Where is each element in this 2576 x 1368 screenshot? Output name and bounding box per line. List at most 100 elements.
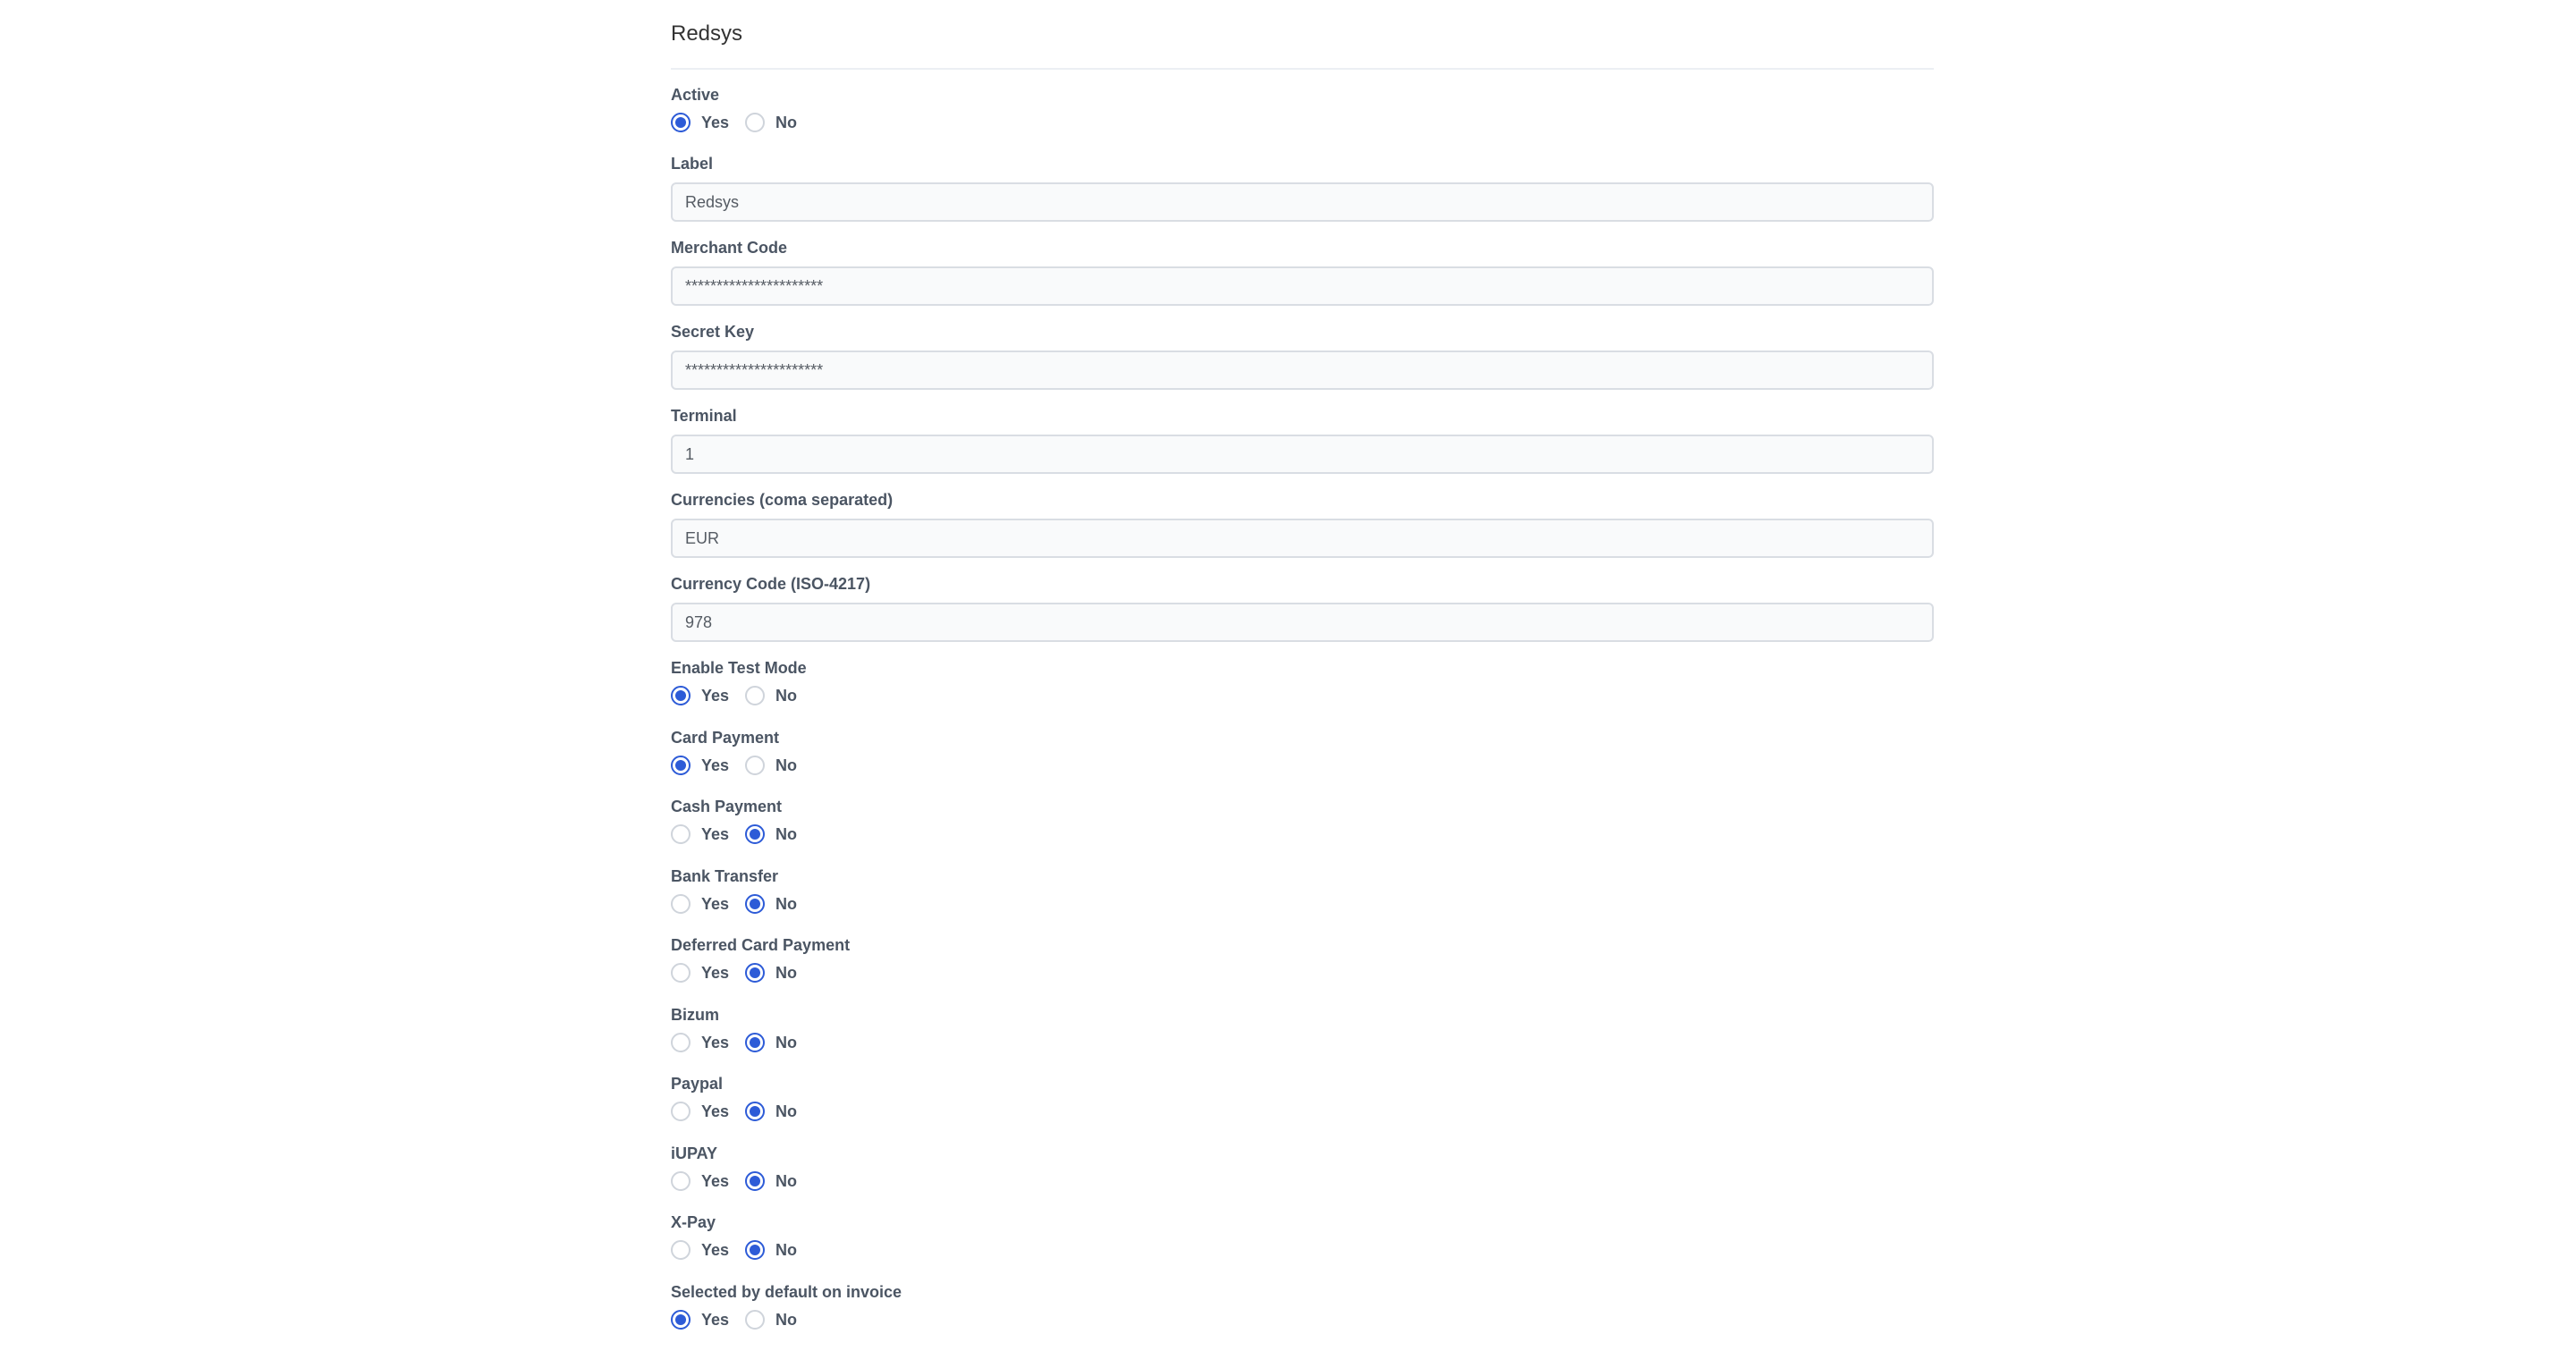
settings-form: Active Yes No Label Redsys Merchant Code… xyxy=(671,84,1934,1350)
field-deferred-card-payment: Deferred Card Payment Yes No xyxy=(671,934,1934,1004)
radio-label: Yes xyxy=(701,1241,730,1259)
radio-option-no[interactable]: No xyxy=(745,824,797,844)
radio-button-unchecked-icon[interactable] xyxy=(745,686,766,705)
radio-option-no[interactable]: No xyxy=(745,1170,797,1191)
redsys-settings-panel: Redsys Active Yes No Label Redsys Mercha… xyxy=(671,18,1934,1350)
radio-option-yes[interactable]: Yes xyxy=(671,1309,729,1330)
radio-label: No xyxy=(775,1102,798,1120)
field-secret-key: Secret Key xyxy=(671,321,1934,405)
field-label: Active xyxy=(671,86,720,104)
radio-button-unchecked-icon[interactable] xyxy=(671,1240,691,1260)
field-paypal: Paypal Yes No xyxy=(671,1073,1934,1143)
radio-label: No xyxy=(775,756,798,774)
radio-button-unchecked-icon[interactable] xyxy=(745,1309,766,1330)
radio-option-no[interactable]: No xyxy=(745,686,797,705)
radio-option-no[interactable]: No xyxy=(745,1102,797,1121)
radio-button-checked-icon[interactable] xyxy=(745,1170,766,1191)
field-currencies: Currencies (coma separated) xyxy=(671,489,1934,573)
field-label: Cash Payment xyxy=(671,798,783,815)
field-label: Currencies (coma separated) xyxy=(671,491,894,509)
radio-label: Yes xyxy=(701,114,730,131)
radio-option-no[interactable]: No xyxy=(745,1032,798,1052)
radio-button-checked-icon[interactable] xyxy=(671,755,691,775)
radio-option-no[interactable]: No xyxy=(745,893,798,914)
radio-label: Yes xyxy=(701,687,730,705)
radio-button-checked-icon[interactable] xyxy=(745,963,766,983)
merchant-code-input[interactable] xyxy=(671,266,1934,306)
radio-option-no[interactable]: No xyxy=(745,755,798,775)
radio-option-no[interactable]: No xyxy=(745,1240,797,1260)
radio-button-checked-icon[interactable] xyxy=(745,1102,766,1121)
field-merchant-code: Merchant Code xyxy=(671,237,1934,321)
radio-row: Yes No xyxy=(671,823,1934,846)
radio-option-no[interactable]: No xyxy=(745,1309,797,1330)
radio-label: No xyxy=(775,1033,798,1051)
radio-label: No xyxy=(775,114,798,131)
radio-option-yes[interactable]: Yes xyxy=(671,1102,729,1121)
currency-code-input[interactable] xyxy=(671,603,1934,642)
panel-title: Redsys xyxy=(671,21,743,46)
field-label: Secret Key xyxy=(671,323,755,341)
radio-button-unchecked-icon[interactable] xyxy=(671,1102,691,1121)
radio-button-unchecked-icon[interactable] xyxy=(745,755,766,775)
radio-option-yes[interactable]: Yes xyxy=(671,755,729,775)
field-label: Terminal xyxy=(671,407,737,425)
radio-row: Yes No xyxy=(671,1170,1934,1193)
radio-option-no[interactable]: No xyxy=(745,113,797,132)
field-active: Active Yes No xyxy=(671,84,1934,153)
field-label: Bank Transfer xyxy=(671,866,779,885)
secret-key-input[interactable] xyxy=(671,350,1934,390)
terminal-input[interactable] xyxy=(671,435,1934,474)
radio-option-yes[interactable]: Yes xyxy=(671,824,729,844)
radio-label: Yes xyxy=(701,1102,730,1120)
radio-button-checked-icon[interactable] xyxy=(671,686,691,705)
radio-label: Yes xyxy=(701,1033,730,1051)
field-xpay: X-Pay Yes No xyxy=(671,1212,1934,1281)
radio-button-checked-icon[interactable] xyxy=(671,1309,691,1330)
radio-label: No xyxy=(775,687,798,705)
radio-button-checked-icon[interactable] xyxy=(745,824,766,844)
radio-label: Yes xyxy=(701,894,730,913)
field-label: Paypal xyxy=(671,1075,724,1093)
radio-button-unchecked-icon[interactable] xyxy=(671,1170,691,1191)
radio-option-no[interactable]: No xyxy=(745,963,797,983)
radio-row: Yes No xyxy=(671,754,1934,777)
radio-row: Yes No xyxy=(671,961,1934,984)
label-input[interactable] xyxy=(671,182,1934,222)
radio-label: No xyxy=(775,894,798,913)
radio-option-yes[interactable]: Yes xyxy=(671,963,729,983)
field-label-name: Label xyxy=(671,153,1934,237)
panel-header: Redsys xyxy=(671,18,1934,70)
radio-option-yes[interactable]: Yes xyxy=(671,1240,729,1260)
radio-row: Yes No xyxy=(671,111,1934,134)
radio-button-checked-icon[interactable] xyxy=(671,113,691,132)
radio-button-unchecked-icon[interactable] xyxy=(671,824,691,844)
field-label: Bizum xyxy=(671,1005,719,1024)
radio-button-checked-icon[interactable] xyxy=(745,1240,766,1260)
radio-option-yes[interactable]: Yes xyxy=(671,1032,730,1052)
field-label: Currency Code (ISO-4217) xyxy=(671,575,871,593)
field-label: Card Payment xyxy=(671,728,780,747)
radio-row: Yes No xyxy=(671,1308,1934,1331)
field-label: Label xyxy=(671,155,714,173)
radio-option-yes[interactable]: Yes xyxy=(671,686,729,705)
radio-row: Yes No xyxy=(671,684,1934,707)
field-cash-payment: Cash Payment Yes No xyxy=(671,796,1934,866)
field-label: Merchant Code xyxy=(671,239,788,257)
radio-option-yes[interactable]: Yes xyxy=(671,1170,729,1191)
currencies-input[interactable] xyxy=(671,519,1934,558)
radio-button-checked-icon[interactable] xyxy=(745,1032,766,1052)
radio-button-checked-icon[interactable] xyxy=(745,893,766,914)
radio-option-yes[interactable]: Yes xyxy=(671,113,729,132)
field-enable-test-mode: Enable Test Mode Yes No xyxy=(671,657,1934,727)
field-label: Deferred Card Payment xyxy=(671,936,851,954)
radio-button-unchecked-icon[interactable] xyxy=(671,963,691,983)
radio-button-unchecked-icon[interactable] xyxy=(671,893,691,914)
radio-label: No xyxy=(775,964,798,982)
radio-row: Yes No xyxy=(671,1031,1934,1054)
radio-button-unchecked-icon[interactable] xyxy=(745,113,766,132)
radio-button-unchecked-icon[interactable] xyxy=(671,1032,691,1052)
field-currency-code: Currency Code (ISO-4217) xyxy=(671,573,1934,657)
radio-option-yes[interactable]: Yes xyxy=(671,893,730,914)
field-bizum: Bizum Yes No xyxy=(671,1004,1934,1074)
